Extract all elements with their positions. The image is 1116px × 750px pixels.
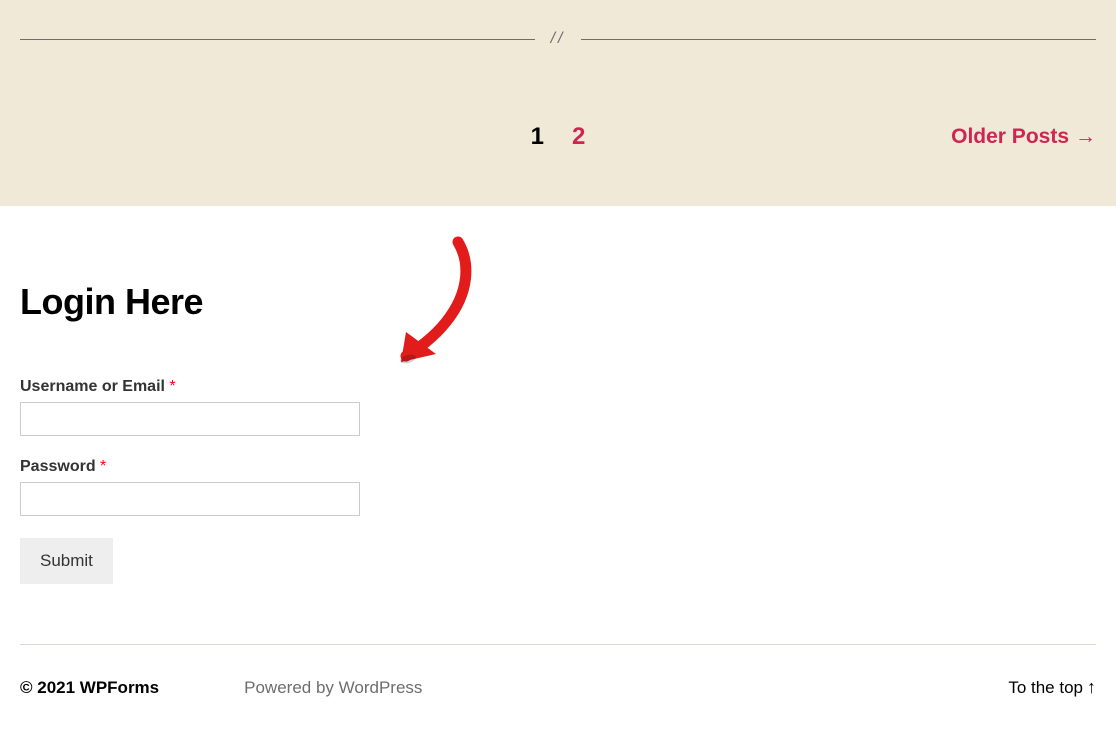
- annotation-arrow-icon: [388, 234, 478, 379]
- page-link-2[interactable]: 2: [572, 123, 585, 151]
- submit-button[interactable]: Submit: [20, 538, 113, 584]
- arrow-right-icon: →: [1075, 125, 1096, 149]
- required-indicator: *: [100, 458, 106, 475]
- username-field-group: Username or Email *: [20, 378, 360, 436]
- login-heading: Login Here: [20, 281, 360, 323]
- divider-marks: //: [535, 30, 582, 48]
- pagination: 1 2 Older Posts →: [20, 123, 1096, 151]
- password-field-group: Password *: [20, 458, 360, 516]
- footer: © 2021 WPForms Powered by WordPress To t…: [0, 645, 1116, 716]
- divider-line-left: [20, 39, 535, 40]
- to-top-link[interactable]: To the top ↑: [1008, 677, 1096, 698]
- to-top-label: To the top: [1008, 678, 1083, 698]
- older-posts-label: Older Posts: [951, 125, 1069, 149]
- username-input[interactable]: [20, 402, 360, 436]
- password-input[interactable]: [20, 482, 360, 516]
- login-form-widget: Login Here Username or Email * Password …: [20, 281, 360, 584]
- older-posts-link[interactable]: Older Posts →: [951, 125, 1096, 149]
- divider-line-right: [581, 39, 1096, 40]
- pagination-section: // 1 2 Older Posts →: [0, 0, 1116, 206]
- username-label: Username or Email *: [20, 378, 360, 396]
- section-divider: //: [20, 30, 1096, 48]
- content-section: Login Here Username or Email * Password …: [0, 206, 1116, 644]
- page-current: 1: [531, 123, 544, 151]
- footer-powered-by: Powered by WordPress: [244, 678, 1008, 698]
- footer-copyright: © 2021 WPForms: [20, 678, 159, 698]
- password-label: Password *: [20, 458, 360, 476]
- arrow-up-icon: ↑: [1087, 677, 1096, 698]
- required-indicator: *: [169, 378, 175, 395]
